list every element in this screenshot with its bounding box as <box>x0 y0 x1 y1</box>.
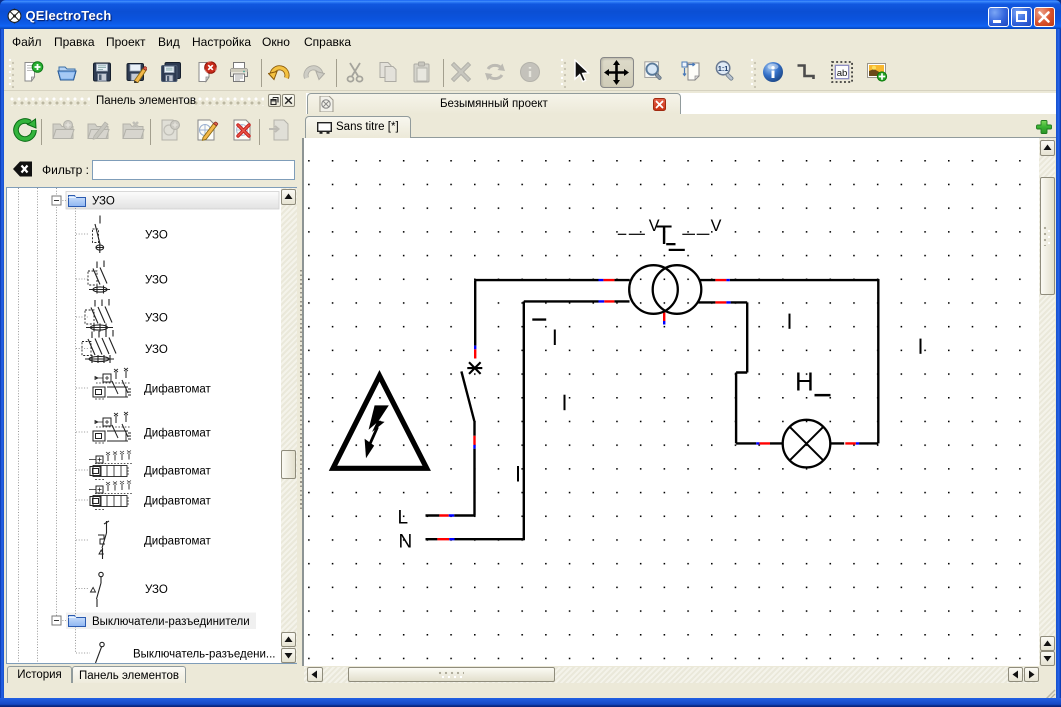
svg-text:УЗО: УЗО <box>145 275 168 287</box>
svg-text:УЗО: УЗО <box>145 344 168 356</box>
svg-text:УЗО: УЗО <box>145 230 168 242</box>
svg-text:УЗО: УЗО <box>145 584 168 596</box>
svg-text:Дифавтомат: Дифавтомат <box>144 466 212 478</box>
svg-text:Дифавтомат: Дифавтомат <box>144 428 212 440</box>
svg-text:L: L <box>398 508 409 529</box>
svg-text:Выключатель-разъедени...: Выключатель-разъедени... <box>133 649 275 661</box>
svg-text:УЗО: УЗО <box>92 196 115 208</box>
svg-text:Выключатели-разъединители: Выключатели-разъединители <box>92 616 250 628</box>
svg-text:H: H <box>795 366 814 396</box>
svg-text:T: T <box>656 220 672 250</box>
svg-text:1:1: 1:1 <box>718 65 728 73</box>
svg-text:ab: ab <box>837 68 848 79</box>
svg-text:N: N <box>399 531 413 552</box>
svg-text:Дифавтомат: Дифавтомат <box>144 536 212 548</box>
svg-text:Дифавтомат: Дифавтомат <box>144 384 212 396</box>
svg-text:УЗО: УЗО <box>145 313 168 325</box>
svg-text:V: V <box>711 217 722 235</box>
svg-text:Дифавтомат: Дифавтомат <box>144 496 212 508</box>
